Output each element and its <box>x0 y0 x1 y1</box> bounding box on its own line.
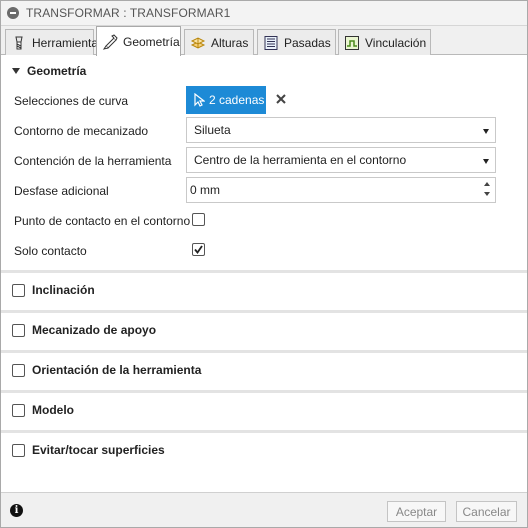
chevron-down-icon <box>483 129 489 134</box>
heights-icon <box>190 35 206 51</box>
passes-icon <box>263 35 279 51</box>
clear-selection-icon[interactable] <box>275 93 287 105</box>
cancel-button[interactable]: Cancelar <box>456 501 517 522</box>
spin-down-icon[interactable] <box>484 192 490 196</box>
tab-geometria[interactable]: Geometría <box>96 26 181 56</box>
contact-point-checkbox[interactable] <box>192 213 205 226</box>
section-mecanizado-apoyo[interactable]: Mecanizado de apoyo <box>1 310 527 347</box>
contact-only-label: Solo contacto <box>14 244 87 258</box>
section-label: Orientación de la herramienta <box>32 363 202 377</box>
dialog: TRANSFORMAR : TRANSFORMAR1 Herramienta G… <box>0 0 528 528</box>
machining-boundary-value: Silueta <box>194 123 231 137</box>
section-title: Geometría <box>27 64 87 78</box>
collapse-triangle-icon[interactable] <box>12 68 20 74</box>
tab-label: Geometría <box>123 34 180 49</box>
tab-label: Vinculación <box>365 35 427 50</box>
machining-boundary-label: Contorno de mecanizado <box>14 124 149 138</box>
checkmark-icon <box>194 245 203 254</box>
tab-herramienta[interactable]: Herramienta <box>5 29 98 55</box>
tab-alturas[interactable]: Alturas <box>184 29 254 55</box>
offset-spinner[interactable] <box>483 181 492 199</box>
machining-boundary-select[interactable]: Silueta <box>186 117 496 143</box>
geometry-panel: Geometría Selecciones de curva 2 cadenas… <box>1 55 527 492</box>
section-label: Evitar/tocar superficies <box>32 443 165 457</box>
tool-containment-value: Centro de la herramienta en el contorno <box>194 153 407 167</box>
info-icon[interactable]: i <box>10 504 23 517</box>
window-title: TRANSFORMAR : TRANSFORMAR1 <box>26 6 231 20</box>
additional-offset-label: Desfase adicional <box>14 184 109 198</box>
additional-offset-field[interactable] <box>186 177 496 203</box>
section-header-geometria[interactable]: Geometría <box>1 56 527 86</box>
tool-containment-select[interactable]: Centro de la herramienta en el contorno <box>186 147 496 173</box>
tool-containment-label: Contención de la herramienta <box>14 154 172 168</box>
tab-label: Alturas <box>211 35 249 50</box>
contact-only-checkbox[interactable] <box>192 243 205 256</box>
geometry-icon <box>102 33 118 50</box>
title-bar: TRANSFORMAR : TRANSFORMAR1 <box>1 1 527 26</box>
section-label: Inclinación <box>32 283 95 297</box>
tab-bar: Herramienta Geometría Alturas Pasadas Vi… <box>1 26 527 56</box>
section-evitar-tocar-superficies[interactable]: Evitar/tocar superficies <box>1 430 527 467</box>
linking-icon <box>344 35 360 51</box>
section-inclinacion[interactable]: Inclinación <box>1 270 527 307</box>
curve-selection-button[interactable]: 2 cadenas <box>186 86 266 114</box>
tab-pasadas[interactable]: Pasadas <box>257 29 336 55</box>
tab-label: Pasadas <box>284 35 331 50</box>
section-checkbox[interactable] <box>12 443 25 457</box>
chevron-down-icon <box>483 159 489 164</box>
section-checkbox[interactable] <box>12 363 25 377</box>
section-label: Modelo <box>32 403 74 417</box>
section-modelo[interactable]: Modelo <box>1 390 527 427</box>
ok-button[interactable]: Aceptar <box>387 501 446 522</box>
spin-up-icon[interactable] <box>484 182 490 186</box>
collapse-icon[interactable] <box>7 7 19 19</box>
section-checkbox[interactable] <box>12 403 25 417</box>
curve-selection-count: 2 cadenas <box>209 93 265 107</box>
dialog-footer: i Aceptar Cancelar <box>1 492 527 527</box>
tool-icon <box>11 35 27 51</box>
tab-vinculacion[interactable]: Vinculación <box>338 29 431 55</box>
pointer-arrow-icon <box>194 93 205 107</box>
tab-label: Herramienta <box>32 35 99 50</box>
section-checkbox[interactable] <box>12 283 25 297</box>
contact-point-label: Punto de contacto en el contorno <box>14 214 191 228</box>
section-label: Mecanizado de apoyo <box>32 323 157 337</box>
additional-offset-input[interactable] <box>190 183 470 197</box>
curve-selection-label: Selecciones de curva <box>14 94 129 108</box>
section-orientacion-herramienta[interactable]: Orientación de la herramienta <box>1 350 527 387</box>
section-checkbox[interactable] <box>12 323 25 337</box>
